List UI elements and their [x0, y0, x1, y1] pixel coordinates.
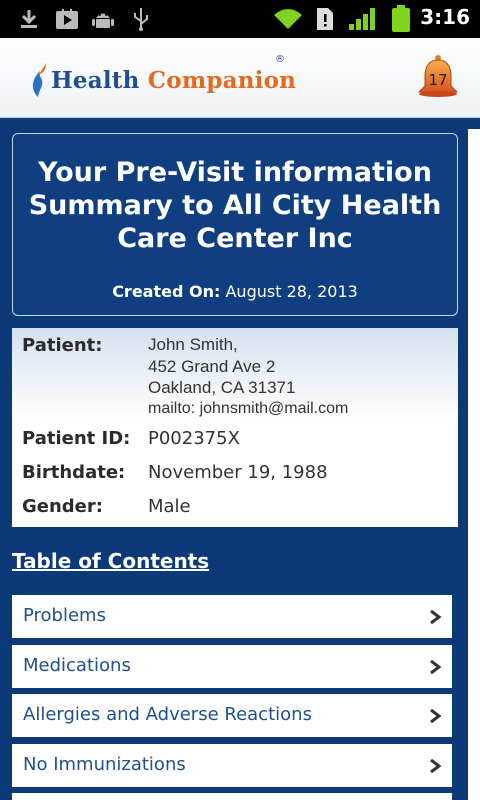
toc-item-allergies[interactable]: Allergies and Adverse Reactions: [12, 694, 452, 737]
patient-label: Patient:: [22, 335, 103, 356]
notifications-button[interactable]: 17: [416, 54, 460, 100]
chevron-right-icon: [430, 708, 442, 724]
toc-item-label: Problems: [23, 605, 106, 626]
android-icon: [90, 6, 116, 32]
patient-id-value: P002375X: [148, 428, 240, 449]
toc-item-label: No Immunizations: [23, 754, 186, 775]
gender-label: Gender:: [22, 496, 103, 517]
summary-created-on: Created On: August 28, 2013: [13, 282, 457, 301]
gender-value: Male: [148, 496, 191, 517]
patient-street: 452 Grand Ave 2: [148, 357, 276, 376]
main-content[interactable]: Your Pre-Visit information Summary to Al…: [0, 119, 480, 800]
chevron-right-icon: [430, 758, 442, 774]
battery-icon: [389, 5, 413, 32]
patient-card: Patient: John Smith, 452 Grand Ave 2 Oak…: [12, 328, 458, 527]
play-store-icon: [54, 6, 80, 32]
flame-logo-icon: [28, 61, 48, 99]
created-on-value: August 28, 2013: [225, 282, 358, 301]
status-clock: 3:16: [420, 5, 470, 29]
signal-icon: [346, 6, 378, 32]
wifi-icon: [272, 6, 304, 32]
toc-item-immunizations[interactable]: No Immunizations: [12, 744, 452, 787]
toc-item-label: Allergies and Adverse Reactions: [23, 704, 312, 725]
download-icon: [16, 6, 42, 32]
toc-item-label: Medications: [23, 655, 131, 676]
app-brand-name: Health Companion: [51, 67, 296, 94]
toc-item-next[interactable]: [12, 793, 452, 800]
scroll-edge: [468, 129, 480, 800]
toc-title: Table of Contents: [12, 549, 210, 573]
sim-alert-icon: [314, 6, 336, 32]
chevron-right-icon: [430, 609, 442, 625]
created-on-label: Created On:: [112, 282, 221, 301]
patient-name: John Smith,: [148, 335, 238, 354]
patient-id-label: Patient ID:: [22, 428, 131, 449]
summary-header: Your Pre-Visit information Summary to Al…: [12, 133, 458, 316]
status-bar: 3:16: [0, 0, 480, 38]
brand-word-health: Health: [51, 66, 140, 94]
registered-mark: ®: [275, 54, 285, 65]
chevron-right-icon: [430, 659, 442, 675]
birthdate-value: November 19, 1988: [148, 462, 328, 483]
notification-count: 17: [428, 71, 448, 89]
patient-city: Oakland, CA 31371: [148, 378, 296, 397]
usb-icon: [128, 6, 154, 32]
toc-item-medications[interactable]: Medications: [12, 645, 452, 688]
summary-title: Your Pre-Visit information Summary to Al…: [28, 157, 442, 254]
toc-item-problems[interactable]: Problems: [12, 595, 452, 638]
app-logo[interactable]: Health Companion ®: [28, 54, 296, 100]
brand-word-companion: Companion: [147, 66, 297, 94]
birthdate-label: Birthdate:: [22, 462, 126, 483]
app-header: Health Companion ® 17: [0, 38, 480, 118]
patient-email[interactable]: mailto: johnsmith@mail.com: [148, 400, 348, 418]
